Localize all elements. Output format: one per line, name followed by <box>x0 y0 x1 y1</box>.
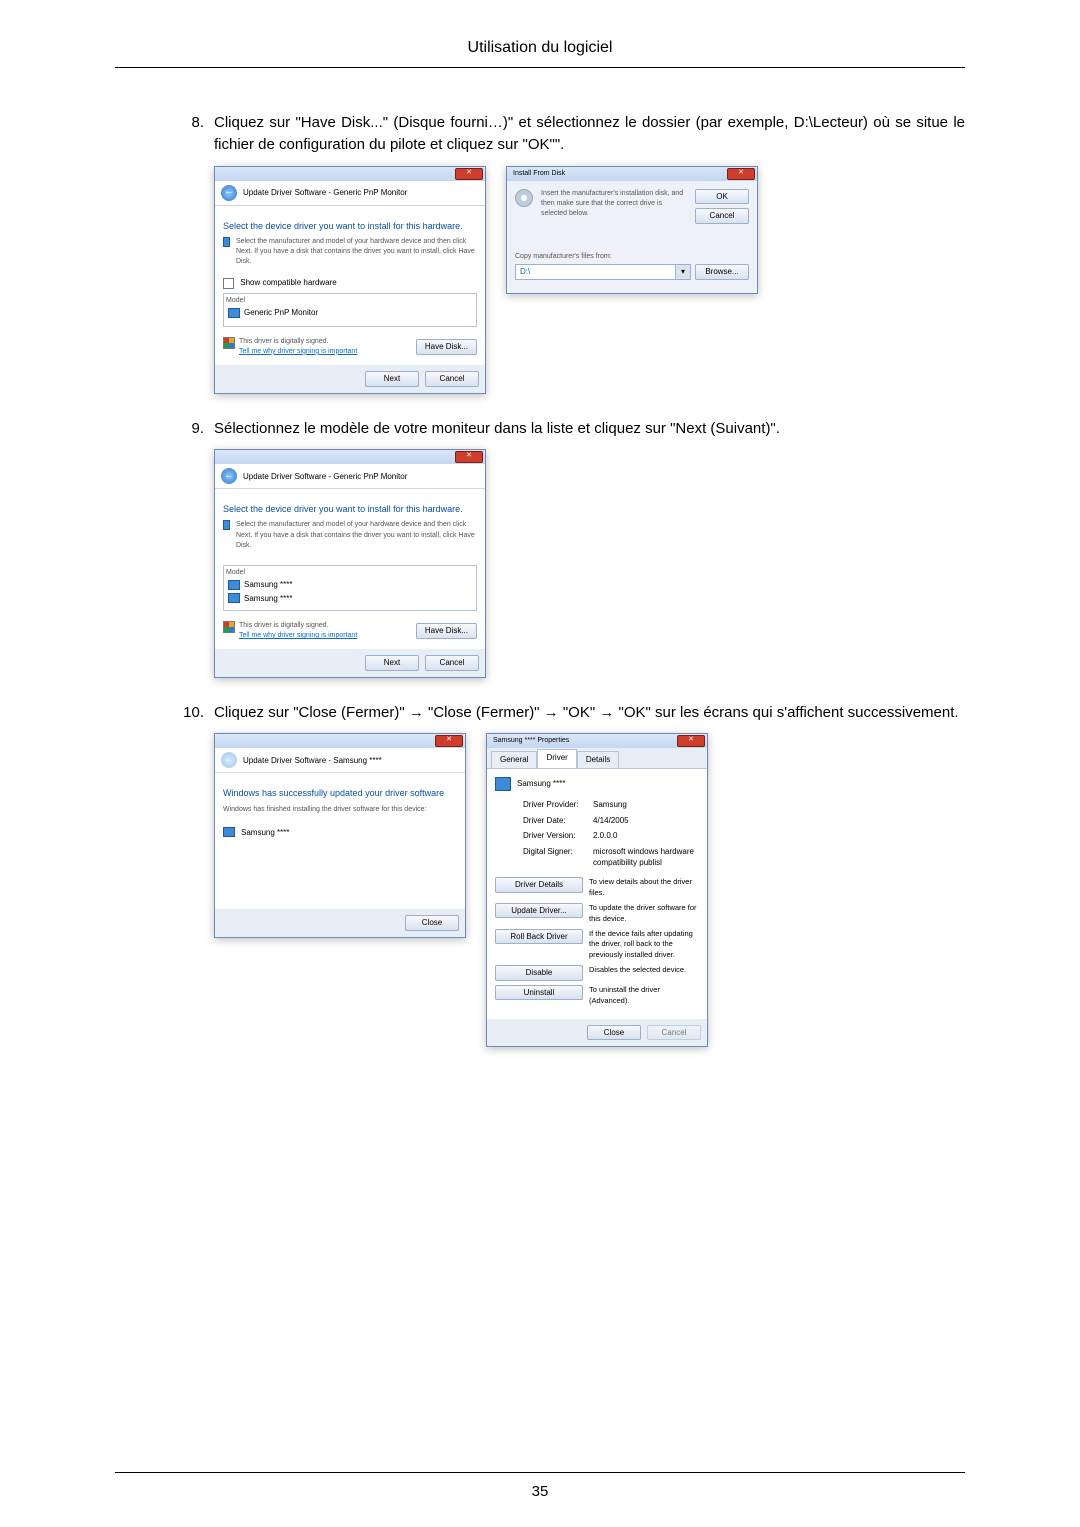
disk-icon <box>515 189 533 207</box>
page-number: 35 <box>0 1472 1080 1503</box>
tab-driver[interactable]: Driver <box>537 749 576 768</box>
breadcrumb: Update Driver Software - Generic PnP Mon… <box>243 187 407 199</box>
signer-label: Digital Signer: <box>523 846 593 869</box>
provider-label: Driver Provider: <box>523 799 593 811</box>
shield-icon <box>223 621 235 633</box>
rollback-button[interactable]: Roll Back Driver <box>495 929 583 945</box>
dialog-description: Select the manufacturer and model of you… <box>236 520 477 550</box>
update-driver-button[interactable]: Update Driver... <box>495 903 583 919</box>
update-driver-desc: To update the driver software for this d… <box>589 903 699 925</box>
close-button[interactable]: Close <box>587 1025 641 1041</box>
close-icon[interactable]: ✕ <box>455 451 483 463</box>
back-icon: ← <box>221 752 237 768</box>
close-icon[interactable]: ✕ <box>677 735 705 747</box>
dialog-heading: Windows has successfully updated your dr… <box>223 787 457 800</box>
device-name: Samsung **** <box>517 778 565 790</box>
dialog-heading: Select the device driver you want to ins… <box>223 220 477 233</box>
step-text: Cliquez sur "Have Disk..." (Disque fourn… <box>214 112 965 156</box>
shield-icon <box>223 337 235 349</box>
step-number: 8. <box>170 112 214 156</box>
date-value: 4/14/2005 <box>593 815 699 827</box>
signed-label: This driver is digitally signed. <box>239 621 357 631</box>
model-label: Model <box>226 296 474 306</box>
list-item[interactable]: Samsung **** <box>226 578 474 592</box>
close-icon[interactable]: ✕ <box>435 735 463 747</box>
list-item[interactable]: Samsung **** <box>226 592 474 606</box>
rollback-desc: If the device fails after updating the d… <box>589 929 699 962</box>
signing-link[interactable]: Tell me why driver signing is important <box>239 631 357 641</box>
model-name: Generic PnP Monitor <box>244 307 318 319</box>
signing-link[interactable]: Tell me why driver signing is important <box>239 347 357 357</box>
model-item-2: Samsung **** <box>244 593 292 605</box>
monitor-icon <box>495 777 511 791</box>
dialog-description: Select the manufacturer and model of you… <box>236 237 477 267</box>
driver-details-desc: To view details about the driver files. <box>589 877 699 899</box>
version-label: Driver Version: <box>523 830 593 842</box>
monitor-icon <box>228 580 240 590</box>
path-field[interactable]: D:\ <box>516 265 675 279</box>
breadcrumb: Update Driver Software - Samsung **** <box>243 755 382 767</box>
uninstall-button[interactable]: Uninstall <box>495 985 583 1001</box>
monitor-icon <box>223 237 230 247</box>
back-icon[interactable]: ← <box>221 185 237 201</box>
dialog-heading: Select the device driver you want to ins… <box>223 503 477 516</box>
monitor-icon <box>223 827 235 837</box>
model-item-1: Samsung **** <box>244 579 292 591</box>
step-number: 10. <box>170 702 214 724</box>
disable-button[interactable]: Disable <box>495 965 583 981</box>
list-item[interactable]: Generic PnP Monitor <box>226 306 474 320</box>
browse-button[interactable]: Browse... <box>695 264 749 280</box>
driver-details-button[interactable]: Driver Details <box>495 877 583 893</box>
breadcrumb: Update Driver Software - Generic PnP Mon… <box>243 471 407 483</box>
dialog-title: Samsung **** Properties <box>493 736 569 746</box>
step-text: Sélectionnez le modèle de votre moniteur… <box>214 418 965 440</box>
copy-from-label: Copy manufacturer's files from: <box>515 252 749 262</box>
chevron-down-icon[interactable]: ▾ <box>675 265 690 279</box>
monitor-icon <box>223 520 230 530</box>
cancel-button[interactable]: Cancel <box>425 371 479 387</box>
step-number: 9. <box>170 418 214 440</box>
close-icon[interactable]: ✕ <box>455 168 483 180</box>
close-icon[interactable]: ✕ <box>727 168 755 180</box>
signed-label: This driver is digitally signed. <box>239 337 357 347</box>
cancel-button[interactable]: Cancel <box>695 208 749 224</box>
disable-desc: Disables the selected device. <box>589 965 686 976</box>
next-button[interactable]: Next <box>365 371 419 387</box>
provider-value: Samsung <box>593 799 699 811</box>
next-button[interactable]: Next <box>365 655 419 671</box>
dialog-title: Install From Disk <box>513 169 565 179</box>
compat-checkbox[interactable] <box>223 278 234 289</box>
dialog-description: Windows has finished installing the driv… <box>223 805 457 815</box>
install-description: Insert the manufacturer's installation d… <box>541 189 687 224</box>
cancel-button[interactable]: Cancel <box>425 655 479 671</box>
monitor-icon <box>228 593 240 603</box>
signer-value: microsoft windows hardware compatibility… <box>593 846 699 869</box>
compat-label: Show compatible hardware <box>240 278 337 287</box>
version-value: 2.0.0.0 <box>593 830 699 842</box>
step-text: Cliquez sur "Close (Fermer)" → "Close (F… <box>214 702 965 724</box>
back-icon[interactable]: ← <box>221 468 237 484</box>
have-disk-button[interactable]: Have Disk... <box>416 623 477 639</box>
device-name: Samsung **** <box>241 827 289 839</box>
page-header: Utilisation du logiciel <box>115 36 965 68</box>
ok-button[interactable]: OK <box>695 189 749 205</box>
have-disk-button[interactable]: Have Disk... <box>416 339 477 355</box>
cancel-button: Cancel <box>647 1025 701 1041</box>
close-button[interactable]: Close <box>405 915 459 931</box>
tab-details[interactable]: Details <box>577 751 619 768</box>
monitor-icon <box>228 308 240 318</box>
uninstall-desc: To uninstall the driver (Advanced). <box>589 985 699 1007</box>
date-label: Driver Date: <box>523 815 593 827</box>
model-label: Model <box>226 568 474 578</box>
tab-general[interactable]: General <box>491 751 537 768</box>
